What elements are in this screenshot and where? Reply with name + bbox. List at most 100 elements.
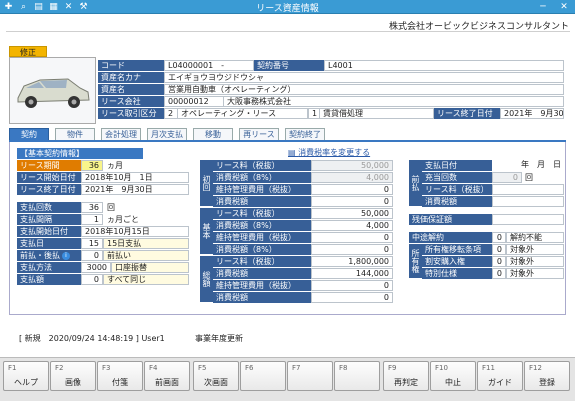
car-icon (17, 78, 90, 108)
tab-re-lease[interactable]: 再リース (239, 128, 279, 140)
calculator-icon: ▤ (288, 148, 299, 157)
pay-amount-field[interactable]: 0 (81, 274, 103, 285)
fkey-label: 中止 (445, 378, 461, 387)
change-tax-rate-link[interactable]: ▤ 消費税率を変更する (288, 147, 370, 158)
fkey-name: F2 (55, 364, 64, 372)
end-date-label: リース終了日付 (434, 108, 500, 119)
f7-button[interactable]: F7 (287, 361, 333, 391)
tab-monthly-payment[interactable]: 月次支払 (147, 128, 187, 140)
tab-item[interactable]: 物件 (55, 128, 95, 140)
fkey-label: 次画面 (204, 378, 228, 387)
init-maint-tax-field[interactable]: 0 (311, 196, 393, 207)
fkey-name: F12 (529, 364, 542, 372)
pay-method-field[interactable]: 3000 (81, 262, 111, 273)
bargain-purchase-code[interactable]: 0 (492, 256, 506, 267)
total-maint-tax-field[interactable]: 0 (311, 292, 393, 303)
prepaid-tax-field[interactable] (492, 196, 564, 207)
close-icon[interactable]: ✕ (558, 1, 570, 13)
accounting-code-field[interactable]: 1 (308, 108, 320, 119)
function-key-bar: F1 ヘルプ F2 画像 F3 付箋 F4 前画面 F5 次画面 F6 F7 F8 F9 再… (0, 357, 575, 401)
prepaid-lease-label: リース料（税抜） (422, 184, 492, 195)
pay-interval-unit: ヵ月ごと (107, 215, 139, 224)
pay-interval-field[interactable]: 1 (81, 214, 103, 225)
asset-image[interactable] (9, 57, 96, 124)
total-lease-label: リース料（税抜） (213, 256, 311, 267)
bargain-purchase-text: 対象外 (506, 256, 564, 267)
fkey-label: 前画面 (155, 378, 179, 387)
divider (6, 31, 570, 32)
f6-button[interactable]: F6 (240, 361, 286, 391)
pay-start-field[interactable]: 2018年10月15日 (81, 226, 189, 237)
asset-name-field[interactable]: 営業用自動車（オペレーティング） (164, 84, 564, 95)
prepaid-tax-label: 消費税額 (422, 196, 492, 207)
f8-button[interactable]: F8 (334, 361, 380, 391)
category-code-field[interactable]: 2 (164, 108, 178, 119)
code-field[interactable]: L04000001 - (164, 60, 254, 71)
status-text: [ 新規 2020/09/24 14:48:19 ] User1 (19, 334, 165, 343)
pay-day-text: 15日支払 (103, 238, 189, 249)
prepaid-count-unit: 回 (525, 173, 533, 182)
basic-tax-field[interactable]: 4,000 (311, 220, 393, 231)
f11-guide-button[interactable]: F11 ガイド (477, 361, 523, 391)
special-spec-label: 特別仕様 (422, 268, 492, 279)
residual-field[interactable] (492, 214, 564, 225)
cancel-label: 中途解約 (409, 232, 492, 243)
period-label: リース期間 (17, 160, 81, 171)
pay-interval-label: 支払間隔 (17, 214, 81, 225)
pay-day-field[interactable]: 15 (81, 238, 103, 249)
f5-next-screen-button[interactable]: F5 次画面 (193, 361, 239, 391)
minimize-icon[interactable]: ─ (537, 1, 549, 13)
residual-label: 残価保証額 (409, 214, 492, 225)
special-spec-code[interactable]: 0 (492, 268, 506, 279)
info-icon[interactable]: i (62, 251, 70, 260)
asset-kana-field[interactable]: エイギョウヨウジドウシャ (164, 72, 564, 83)
period-field[interactable]: 36 (81, 160, 103, 171)
pay-method-text: 口座振替 (111, 262, 189, 273)
tab-contract-end[interactable]: 契約終了 (285, 128, 325, 140)
prepaid-lease-field[interactable] (492, 184, 564, 195)
init-maint-field[interactable]: 0 (311, 184, 393, 195)
change-tax-rate-text: 消費税率を変更する (298, 148, 371, 157)
basic-maint-label: 維持管理費用（税抜） (213, 232, 311, 243)
basic-lease-field[interactable]: 50,000 (311, 208, 393, 219)
f9-rejudge-button[interactable]: F9 再判定 (383, 361, 429, 391)
f10-cancel-button[interactable]: F10 中止 (430, 361, 476, 391)
basic-maint-tax-field[interactable]: 0 (311, 244, 393, 255)
transfer-clause-code[interactable]: 0 (492, 244, 506, 255)
tab-transfer[interactable]: 移動 (193, 128, 233, 140)
window-title: リース資産情報 (256, 4, 319, 14)
f12-register-button[interactable]: F12 登録 (524, 361, 570, 391)
mode-badge: 修正 (9, 46, 47, 57)
total-maint-field[interactable]: 0 (311, 280, 393, 291)
pay-start-label: 支払開始日付 (17, 226, 81, 237)
total-tax-field[interactable]: 144,000 (311, 268, 393, 279)
f1-help-button[interactable]: F1 ヘルプ (3, 361, 49, 391)
prepaid-count-field[interactable]: 0 (492, 172, 522, 183)
init-tax-label: 消費税額（8%） (213, 172, 311, 183)
f3-sticky-button[interactable]: F3 付箋 (97, 361, 143, 391)
asset-kana-label: 資産名カナ (98, 72, 164, 83)
f4-prev-screen-button[interactable]: F4 前画面 (144, 361, 190, 391)
prepaid-date-field[interactable]: 年 月 日 (492, 160, 564, 171)
pay-count-field[interactable]: 36 (81, 202, 103, 213)
fkey-name: F10 (435, 364, 448, 372)
total-lease-field[interactable]: 1,800,000 (311, 256, 393, 267)
contract-no-field[interactable]: L4001 (324, 60, 564, 71)
start-date-field[interactable]: 2018年10月 1日 (81, 172, 189, 183)
basic-lease-label: リース料（税抜） (213, 208, 311, 219)
tab-contract[interactable]: 契約 (9, 128, 49, 140)
transfer-clause-text: 対象外 (506, 244, 564, 255)
f2-image-button[interactable]: F2 画像 (50, 361, 96, 391)
end-date-field-basic: 2021年 9月30日 (81, 184, 189, 195)
lessor-code-field[interactable]: 00000012 (164, 96, 224, 107)
basic-maint-field[interactable]: 0 (311, 232, 393, 243)
init-maint-tax-label: 消費税額 (213, 196, 311, 207)
tab-accounting[interactable]: 会計処理 (101, 128, 141, 140)
total-group-label: 総額 (200, 256, 213, 302)
cancel-code-field[interactable]: 0 (492, 232, 506, 243)
pay-count-unit: 回 (107, 203, 115, 212)
fkey-name: F3 (102, 364, 111, 372)
prepost-field[interactable]: 0 (81, 250, 103, 261)
lessor-name: 大阪事務株式会社 (224, 96, 564, 107)
category-name: オペレーティング・リース (178, 108, 308, 119)
